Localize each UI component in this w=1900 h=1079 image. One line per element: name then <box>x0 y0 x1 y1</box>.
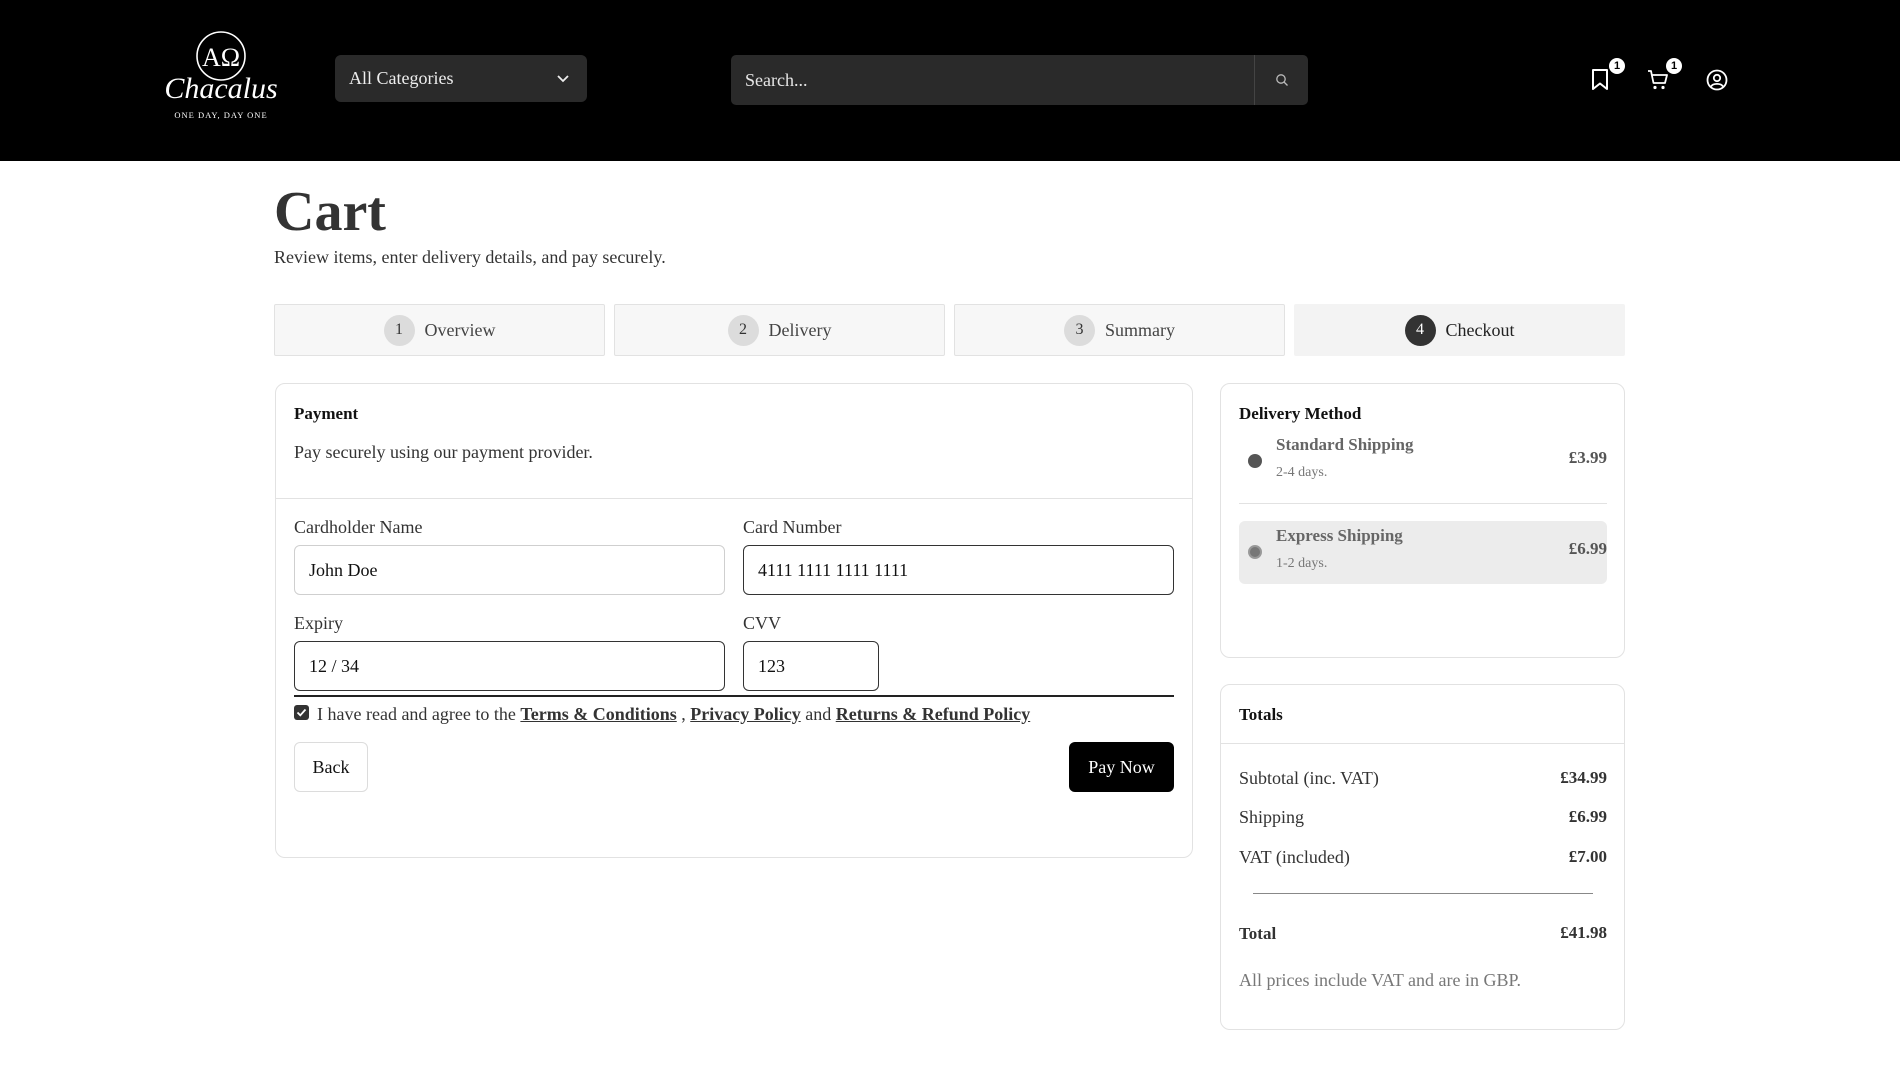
logo-tagline: ONE DAY, DAY ONE <box>174 110 268 120</box>
divider <box>1221 743 1624 744</box>
shipping-option-days: 1-2 days. <box>1276 556 1328 571</box>
logo-wordmark: Chacalus <box>164 72 277 105</box>
step-checkout[interactable]: 4 Checkout <box>1294 304 1625 356</box>
and-text: and <box>805 703 832 724</box>
pay-now-button[interactable]: Pay Now <box>1069 742 1174 792</box>
divider <box>1239 503 1607 504</box>
user-circle-icon <box>1706 69 1728 91</box>
search-button[interactable] <box>1254 55 1308 105</box>
terms-agreement: I have read and agree to the Terms & Con… <box>294 702 1030 726</box>
search-input[interactable]: Search... <box>745 55 807 105</box>
vat-label: VAT (included) <box>1239 847 1350 867</box>
divider <box>1253 893 1593 894</box>
comma-text: , <box>681 703 686 724</box>
shipping-option-express[interactable]: Express Shipping 1-2 days. £6.99 <box>1239 521 1607 584</box>
account-button[interactable] <box>1705 68 1729 92</box>
divider <box>276 498 1192 499</box>
cart-icon <box>1648 70 1668 90</box>
divider <box>294 695 1174 697</box>
radio-button[interactable] <box>1248 454 1262 468</box>
brand-logo[interactable]: AΩ Chacalus ONE DAY, DAY ONE <box>163 28 279 124</box>
payment-card: Payment Pay securely using our payment p… <box>275 383 1193 858</box>
cart-count-badge: 1 <box>1666 58 1682 74</box>
logo-monogram: AΩ <box>202 43 240 72</box>
bookmark-icon <box>1592 69 1608 90</box>
vat-value: £7.00 <box>1568 847 1607 866</box>
chevron-down-icon <box>557 75 569 83</box>
cardholder-name-input[interactable]: John Doe <box>294 545 725 595</box>
shipping-label: Shipping <box>1239 807 1305 827</box>
total-value: £41.98 <box>1560 923 1607 942</box>
totals-heading: Totals <box>1239 705 1283 724</box>
cart-button[interactable]: 1 <box>1646 58 1682 92</box>
delivery-method-card: Delivery Method Standard Shipping 2-4 da… <box>1220 383 1625 658</box>
category-select-value: All Categories <box>349 68 454 88</box>
delivery-heading: Delivery Method <box>1239 404 1362 423</box>
top-header: AΩ Chacalus ONE DAY, DAY ONE All Categor… <box>0 0 1900 161</box>
subtotal-label: Subtotal (inc. VAT) <box>1239 768 1379 788</box>
step-overview[interactable]: 1 Overview <box>274 304 605 356</box>
step-label: Summary <box>1105 319 1175 340</box>
logo-emblem: AΩ Chacalus <box>164 31 278 105</box>
shipping-value: £6.99 <box>1568 807 1607 826</box>
total-label: Total <box>1239 924 1277 943</box>
wishlist-button[interactable]: 1 <box>1589 58 1625 92</box>
step-number: 3 <box>1064 314 1095 346</box>
cardholder-label: Cardholder Name <box>294 517 423 537</box>
search-icon <box>1275 74 1288 86</box>
shipping-option-price: £3.99 <box>1568 448 1607 467</box>
page-title: Cart <box>274 181 386 243</box>
step-delivery[interactable]: 2 Delivery <box>614 304 945 356</box>
terms-checkbox[interactable] <box>294 704 309 720</box>
returns-link[interactable]: Returns & Refund Policy <box>836 704 1031 725</box>
cvv-input[interactable]: 123 <box>743 641 879 691</box>
shipping-option-days: 2-4 days. <box>1276 465 1328 480</box>
checkout-steps: 1 Overview 2 Delivery 3 Summary 4 Checko… <box>274 304 1625 356</box>
subtotal-value: £34.99 <box>1560 768 1607 787</box>
shipping-row: Shipping £6.99 <box>1239 807 1607 831</box>
shipping-option-name: Express Shipping <box>1276 526 1403 545</box>
agree-text: I have read and agree to the <box>317 703 516 724</box>
cvv-label: CVV <box>743 613 782 633</box>
card-number-input[interactable]: 4111 1111 1111 1111 <box>743 545 1174 595</box>
expiry-label: Expiry <box>294 613 343 633</box>
shipping-option-price: £6.99 <box>1568 539 1607 558</box>
search-bar: Search... <box>731 55 1308 105</box>
prices-note: All prices include VAT and are in GBP. <box>1239 970 1521 990</box>
privacy-link[interactable]: Privacy Policy <box>690 704 800 725</box>
step-label: Delivery <box>768 319 832 340</box>
shipping-option-name: Standard Shipping <box>1276 435 1414 454</box>
card-number-label: Card Number <box>743 517 842 537</box>
step-label: Overview <box>424 319 496 340</box>
checkmark-icon <box>296 708 307 717</box>
step-label: Checkout <box>1445 319 1515 340</box>
back-button[interactable]: Back <box>294 742 368 792</box>
vat-row: VAT (included) £7.00 <box>1239 847 1607 871</box>
shipping-option-standard[interactable]: Standard Shipping 2-4 days. £3.99 <box>1239 430 1607 493</box>
step-summary[interactable]: 3 Summary <box>954 304 1285 356</box>
expiry-input[interactable]: 12 / 34 <box>294 641 725 691</box>
subtotal-row: Subtotal (inc. VAT) £34.99 <box>1239 768 1607 792</box>
page-subtitle: Review items, enter delivery details, an… <box>274 247 666 267</box>
step-number: 2 <box>727 314 759 346</box>
radio-button[interactable] <box>1248 545 1262 559</box>
totals-card: Totals Subtotal (inc. VAT) £34.99 Shippi… <box>1220 684 1625 1030</box>
payment-heading: Payment <box>294 404 359 423</box>
step-number: 1 <box>383 314 415 346</box>
total-row: Total £41.98 <box>1239 923 1607 947</box>
category-select[interactable]: All Categories <box>335 55 587 102</box>
step-number: 4 <box>1404 314 1436 346</box>
wishlist-count-badge: 1 <box>1609 58 1625 74</box>
terms-link[interactable]: Terms & Conditions <box>520 704 676 725</box>
payment-description: Pay securely using our payment provider. <box>294 442 593 462</box>
